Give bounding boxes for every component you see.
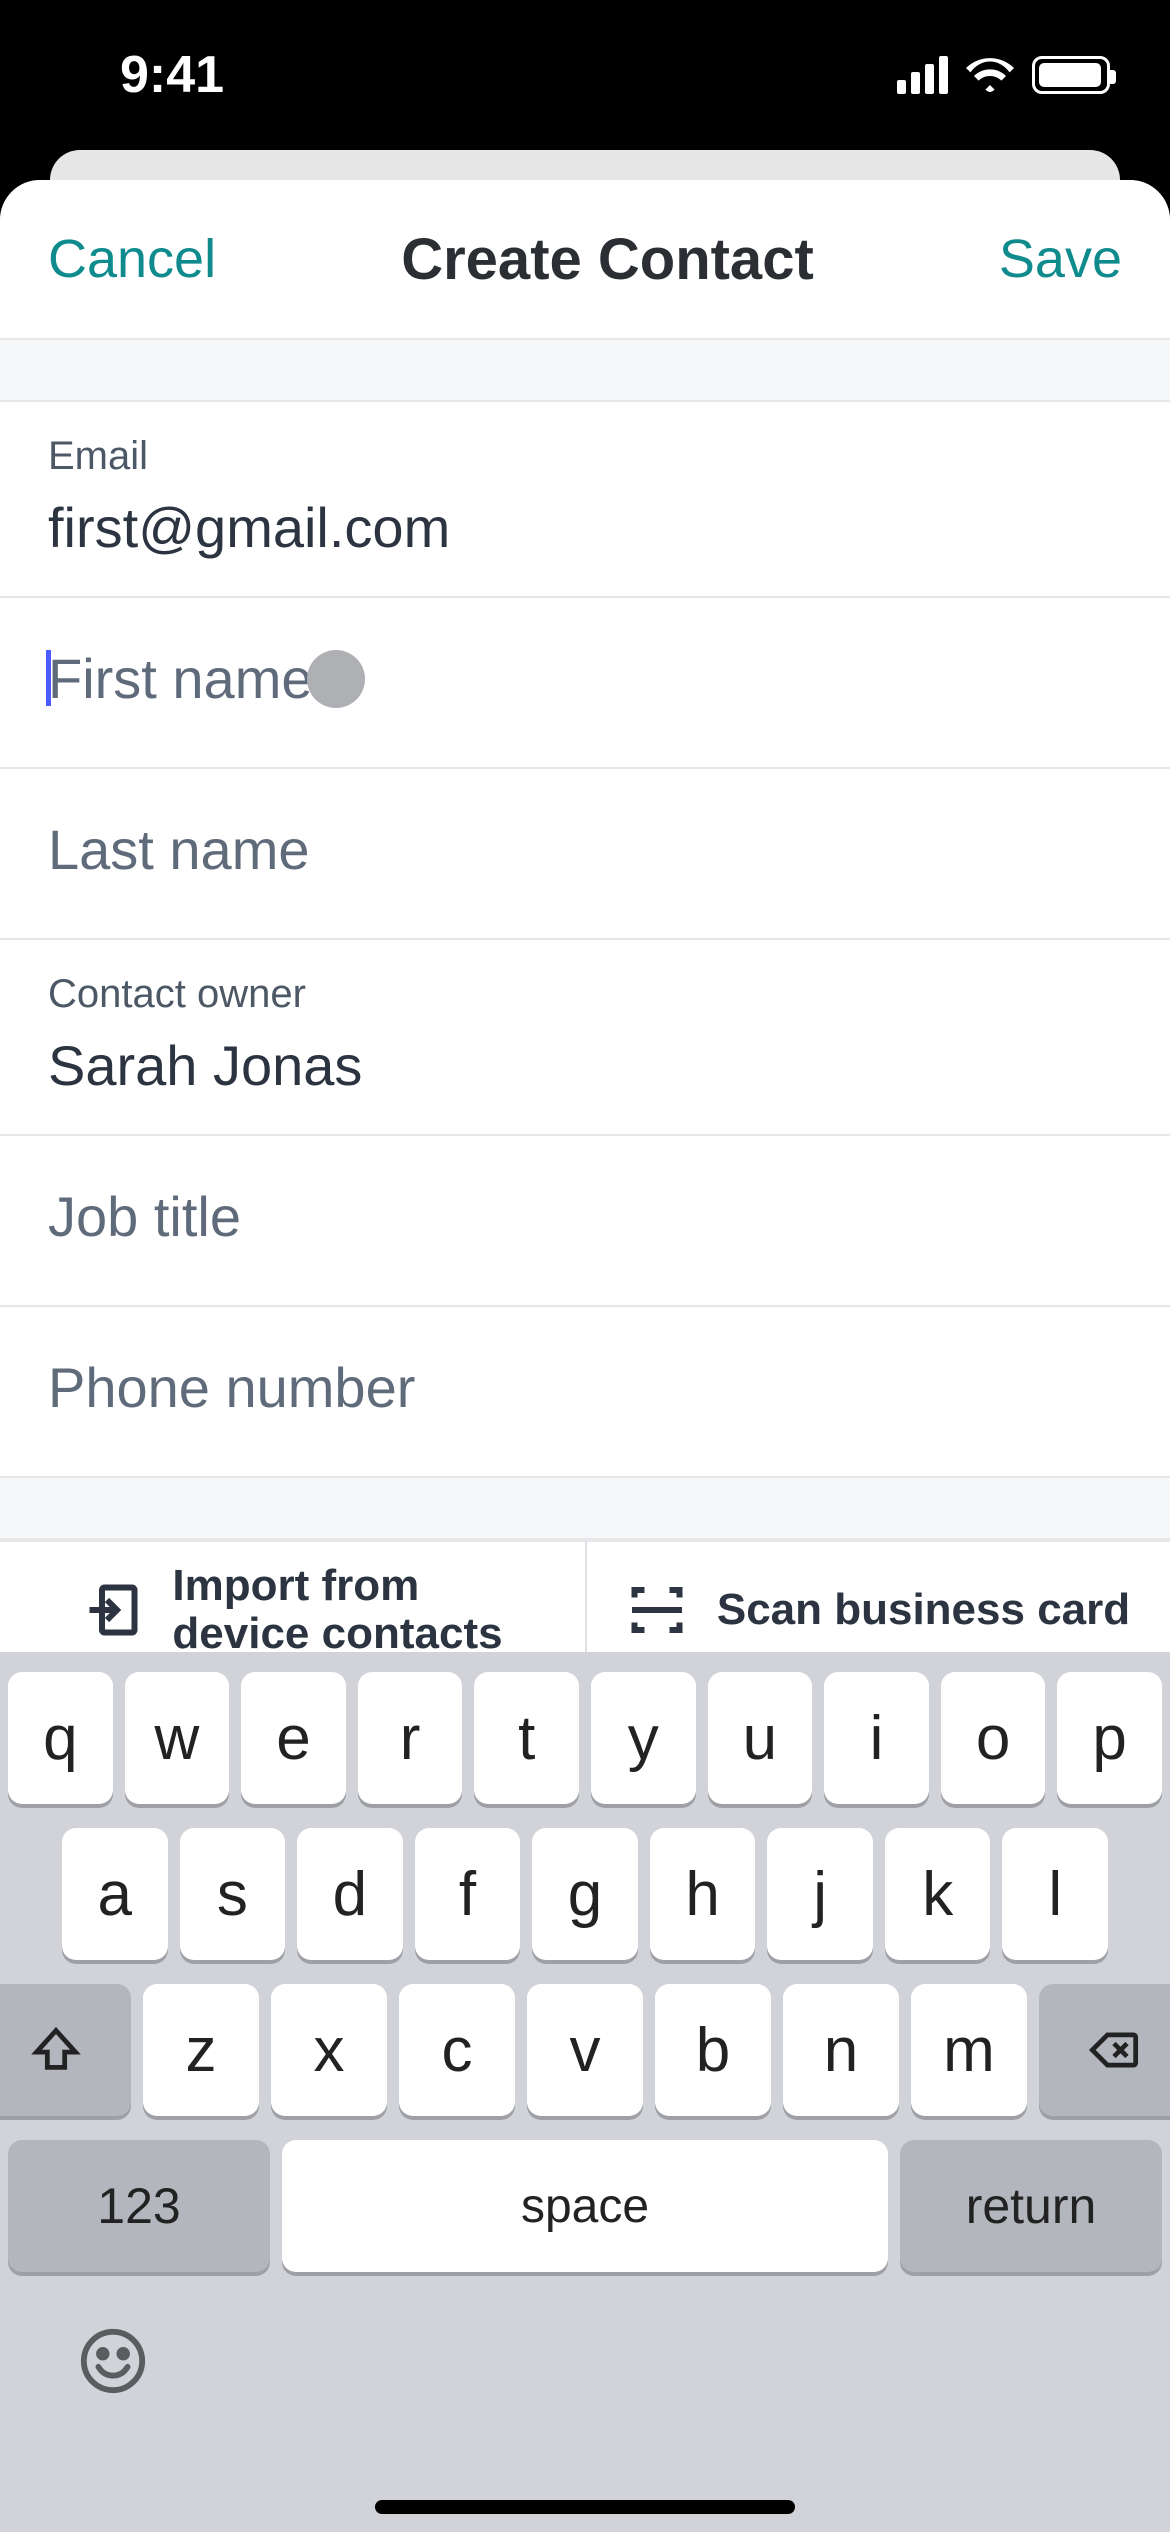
email-field[interactable]: Email first@gmail.com — [0, 402, 1170, 598]
key-f[interactable]: f — [415, 1828, 521, 1960]
modal-title: Create Contact — [401, 226, 814, 293]
status-bar: 9:41 — [0, 0, 1170, 150]
key-o[interactable]: o — [941, 1672, 1046, 1804]
key-s[interactable]: s — [180, 1828, 286, 1960]
job-title-field[interactable]: Job title — [0, 1136, 1170, 1307]
save-button[interactable]: Save — [999, 228, 1122, 290]
key-v[interactable]: v — [527, 1984, 643, 2116]
contact-owner-field[interactable]: Contact owner Sarah Jonas — [0, 940, 1170, 1136]
phone-number-placeholder: Phone number — [48, 1356, 415, 1419]
shift-key[interactable] — [0, 1984, 131, 2116]
last-name-field[interactable]: Last name — [0, 769, 1170, 940]
key-h[interactable]: h — [650, 1828, 756, 1960]
key-a[interactable]: a — [62, 1828, 168, 1960]
modal-header: Cancel Create Contact Save — [0, 180, 1170, 340]
first-name-placeholder: First name — [48, 647, 313, 710]
emoji-key[interactable] — [78, 2326, 148, 2396]
import-icon — [82, 1580, 142, 1640]
text-caret — [46, 650, 51, 706]
key-b[interactable]: b — [655, 1984, 771, 2116]
key-r[interactable]: r — [358, 1672, 463, 1804]
key-m[interactable]: m — [911, 1984, 1027, 2116]
key-w[interactable]: w — [125, 1672, 230, 1804]
wifi-icon — [966, 57, 1014, 93]
key-i[interactable]: i — [824, 1672, 929, 1804]
key-t[interactable]: t — [474, 1672, 579, 1804]
email-label: Email — [48, 434, 1122, 479]
key-z[interactable]: z — [143, 1984, 259, 2116]
key-p[interactable]: p — [1057, 1672, 1162, 1804]
touch-indicator-icon — [307, 650, 365, 708]
numbers-key[interactable]: 123 — [8, 2140, 270, 2272]
key-l[interactable]: l — [1002, 1828, 1108, 1960]
cancel-button[interactable]: Cancel — [48, 228, 216, 290]
email-value: first@gmail.com — [48, 495, 1122, 560]
key-y[interactable]: y — [591, 1672, 696, 1804]
section-gap — [0, 340, 1170, 402]
contact-owner-label: Contact owner — [48, 972, 1122, 1017]
key-n[interactable]: n — [783, 1984, 899, 2116]
key-q[interactable]: q — [8, 1672, 113, 1804]
key-g[interactable]: g — [532, 1828, 638, 1960]
key-d[interactable]: d — [297, 1828, 403, 1960]
job-title-placeholder: Job title — [48, 1185, 241, 1248]
backspace-key[interactable] — [1039, 1984, 1170, 2116]
scan-label: Scan business card — [717, 1586, 1130, 1634]
home-indicator — [375, 2500, 795, 2514]
status-indicators — [897, 56, 1110, 94]
key-x[interactable]: x — [271, 1984, 387, 2116]
space-key[interactable]: space — [282, 2140, 888, 2272]
section-gap — [0, 1478, 1170, 1540]
key-e[interactable]: e — [241, 1672, 346, 1804]
phone-number-field[interactable]: Phone number — [0, 1307, 1170, 1478]
contact-owner-value: Sarah Jonas — [48, 1033, 1122, 1098]
software-keyboard: qwertyuiop asdfghjkl zxcvbnm 123 space r… — [0, 1652, 1170, 2532]
key-j[interactable]: j — [767, 1828, 873, 1960]
import-label: Import fromdevice contacts — [172, 1562, 502, 1659]
status-time: 9:41 — [60, 45, 224, 105]
cell-signal-icon — [897, 56, 948, 94]
first-name-field[interactable]: First name — [0, 598, 1170, 769]
scan-icon — [627, 1580, 687, 1640]
key-k[interactable]: k — [885, 1828, 991, 1960]
key-u[interactable]: u — [708, 1672, 813, 1804]
return-key[interactable]: return — [900, 2140, 1162, 2272]
last-name-placeholder: Last name — [48, 818, 310, 881]
key-c[interactable]: c — [399, 1984, 515, 2116]
battery-icon — [1032, 56, 1110, 94]
